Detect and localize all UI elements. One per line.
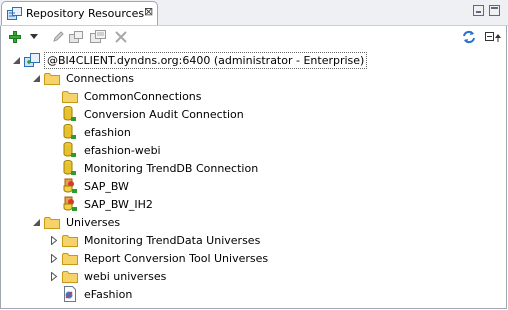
- tree-node-efashion-webi[interactable]: efashion-webi: [62, 141, 163, 159]
- folder-icon: [62, 250, 78, 266]
- tree-node-webi-universes[interactable]: webi universes: [49, 267, 168, 285]
- item-label: SAP_BW: [84, 179, 129, 193]
- repository-icon: [24, 52, 40, 68]
- collapsed-arrow-icon[interactable]: [49, 271, 59, 281]
- folder-icon: [62, 268, 78, 284]
- item-label: webi universes: [84, 269, 167, 283]
- copy-icon[interactable]: [89, 29, 106, 45]
- collapse-all-icon[interactable]: [485, 29, 501, 45]
- tree-node-conversion-audit-connection[interactable]: Conversion Audit Connection: [62, 105, 246, 123]
- item-label: SAP_BW_IH2: [84, 197, 153, 211]
- item-label: Monitoring TrendDB Connection: [84, 161, 259, 175]
- item-label: Monitoring TrendData Universes: [84, 233, 261, 247]
- tab-repository-resources[interactable]: Repository Resources ⊠: [1, 1, 158, 25]
- tree-node-common-connections[interactable]: CommonConnections: [62, 87, 204, 105]
- tree-node-server[interactable]: @BI4CLIENT.dyndns.org:6400 (administrato…: [11, 51, 368, 69]
- tree-node-sap-bw-ih2[interactable]: SAP_BW_IH2: [62, 195, 155, 213]
- tree-node-efashion[interactable]: efashion: [62, 123, 133, 141]
- item-label: efashion-webi: [84, 143, 161, 157]
- toolbar: [0, 26, 508, 48]
- item-label: efashion: [84, 125, 131, 139]
- relational-connection-icon: [62, 160, 78, 176]
- tab-bar: Repository Resources ⊠: [0, 0, 508, 26]
- folder-icon: [62, 232, 78, 248]
- collapsed-arrow-icon[interactable]: [49, 235, 59, 245]
- item-label: eFashion: [84, 287, 133, 301]
- folder-icon: [62, 88, 78, 104]
- repository-icon: [7, 7, 22, 24]
- edit-icon[interactable]: [51, 29, 65, 45]
- tree-node-universes[interactable]: Universes: [31, 213, 122, 231]
- expanded-arrow-icon[interactable]: [11, 55, 21, 65]
- minimize-icon[interactable]: [473, 5, 484, 16]
- tree-node-sap-bw[interactable]: SAP_BW: [62, 177, 131, 195]
- universe-icon: [62, 286, 78, 302]
- relational-connection-icon: [62, 124, 78, 140]
- refresh-icon[interactable]: [461, 29, 477, 45]
- delete-icon[interactable]: [114, 29, 128, 45]
- olap-connection-icon: [62, 196, 78, 212]
- tree-node-efashion-universe[interactable]: eFashion: [62, 285, 134, 303]
- dropdown-arrow-icon[interactable]: [29, 29, 39, 45]
- tree-node-monitoring-trenddata-universes[interactable]: Monitoring TrendData Universes: [49, 231, 262, 249]
- tree-node-monitoring-trenddb-connection[interactable]: Monitoring TrendDB Connection: [62, 159, 260, 177]
- item-label: Report Conversion Tool Universes: [84, 251, 269, 265]
- maximize-icon[interactable]: [489, 5, 500, 16]
- expanded-arrow-icon[interactable]: [31, 217, 41, 227]
- tab-title: Repository Resources: [26, 7, 145, 20]
- folder-icon: [44, 70, 60, 86]
- connections-label: Connections: [66, 71, 134, 85]
- relational-connection-icon: [62, 142, 78, 158]
- close-icon[interactable]: ⊠: [144, 5, 153, 18]
- collapsed-arrow-icon[interactable]: [49, 253, 59, 263]
- universes-label: Universes: [66, 215, 121, 229]
- folder-icon: [44, 214, 60, 230]
- expanded-arrow-icon[interactable]: [31, 73, 41, 83]
- item-label: Conversion Audit Connection: [84, 107, 244, 121]
- olap-connection-icon: [62, 178, 78, 194]
- item-label: CommonConnections: [84, 89, 202, 103]
- add-icon[interactable]: [9, 29, 21, 45]
- tree-node-report-conversion-tool-universes[interactable]: Report Conversion Tool Universes: [49, 249, 270, 267]
- relational-connection-icon: [62, 106, 78, 122]
- server-label: @BI4CLIENT.dyndns.org:6400 (administrato…: [44, 51, 368, 69]
- tree-node-connections[interactable]: Connections: [31, 69, 136, 87]
- new-folder-icon[interactable]: [68, 29, 84, 45]
